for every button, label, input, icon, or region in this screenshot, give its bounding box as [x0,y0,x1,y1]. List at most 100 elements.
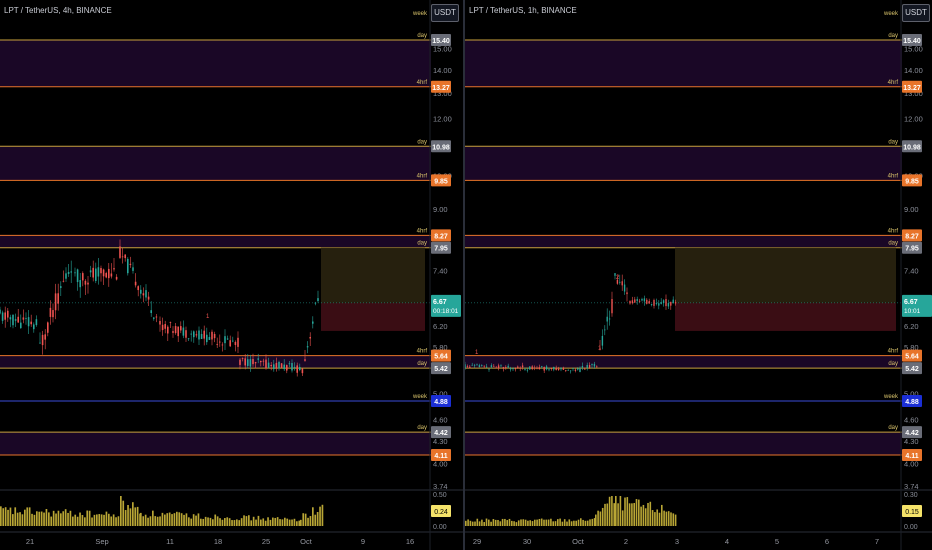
candle-body [606,316,608,322]
volume-bar [147,517,149,526]
zone-band [465,40,902,87]
level-price-label: 7.95 [434,246,448,253]
chart-canvas-1h[interactable]: 15.0014.0013.0012.0011.0010.009.008.007.… [465,0,932,550]
volume-bar [240,518,243,526]
candle-body [193,331,195,338]
candle-body [74,272,76,274]
volume-bar [499,521,502,526]
candle-body [153,317,155,319]
candle-body [134,281,137,286]
volume-bar [665,511,668,526]
candle-body [110,273,113,277]
candle-body [198,330,200,340]
price-tick-label: 9.00 [433,205,448,214]
candle-body [273,364,275,370]
volume-bar [316,512,319,526]
volume-bar [132,502,134,526]
candle-body [155,316,158,318]
zone-band [0,432,431,455]
volume-bar [136,506,139,526]
candle-body [514,368,517,370]
volume-bar [481,519,483,526]
volume-bar [545,519,548,526]
volume-bar [538,518,541,526]
candle-body [129,263,132,265]
chart-canvas-4h[interactable]: 15.0014.0013.0012.0011.0010.009.008.007.… [0,0,463,550]
volume-bar [286,518,289,526]
zone-band [0,355,431,369]
volume-bar [520,519,522,526]
week-tag: week [412,11,428,17]
candle-body [493,365,495,367]
volume-bar [52,510,55,526]
volume-bar [300,519,302,526]
candle-body [17,316,19,323]
level-tag: day [888,361,898,367]
candle-body [550,368,553,370]
candle-body [121,256,124,258]
volume-bar [293,518,296,526]
volume-bar [321,504,324,526]
candle-body [278,361,280,369]
candle-body [221,344,224,346]
last-price-label: 6.67 [433,299,447,306]
volume-bar [185,513,188,526]
candle-body [495,367,497,369]
chart-pane-1h[interactable]: 15.0014.0013.0012.0011.0010.009.008.007.… [465,0,932,550]
level-price-label: 5.42 [905,366,919,373]
level-price-label: 9.85 [434,178,448,185]
volume-bar [589,519,591,526]
candle-body [185,330,187,338]
candle-body [47,322,49,333]
volume-bar [60,513,62,526]
volume-bar [595,514,597,526]
level-price-label: 4.11 [905,453,918,460]
volume-bar [142,516,145,526]
candle-body [604,329,606,331]
candle-body [190,333,192,335]
chart-pane-4h[interactable]: 15.0014.0013.0012.0011.0010.009.008.007.… [0,0,463,550]
candle-body [500,365,502,367]
candle-body [473,364,476,366]
currency-button[interactable]: USDT [902,4,930,22]
volume-bar [599,511,602,526]
candle-body [137,286,139,291]
candle-body [646,299,648,304]
level-price-label: 4.11 [434,453,447,460]
date-tick-label: 25 [262,537,270,546]
currency-button[interactable]: USDT [431,4,459,22]
level-price-label: 7.95 [905,246,919,253]
volume-bar [64,509,67,526]
volume-bar [649,501,652,526]
volume-bar [469,520,472,526]
candle-body [288,363,291,365]
volume-bar [144,514,147,526]
volume-bar [21,514,24,526]
candle-body [478,365,481,368]
volume-bar [577,519,580,526]
volume-bar [298,520,301,526]
volume-bar [166,513,169,526]
candle-body [497,365,500,369]
volume-bar [494,519,497,526]
volume-bar [84,517,86,526]
candle-body [62,280,65,282]
volume-bar [575,520,578,526]
volume-bar [112,514,115,526]
volume-bar [647,502,649,526]
volume-bar [257,515,260,526]
volume-bar [670,512,672,526]
level-tag: day [417,361,427,367]
candle-body [174,326,177,334]
level-tag: 4hrf [888,80,899,86]
candle-body [543,366,545,371]
candle-body [306,346,309,348]
volume-tick-label: 0.00 [904,524,918,531]
volume-bar [274,517,277,526]
volume-bar [281,519,284,526]
candle-body [641,299,643,301]
price-tick-label: 14.00 [433,66,452,75]
profit-zone [675,247,896,303]
candle-body [76,269,79,283]
volume-bar [221,519,224,526]
